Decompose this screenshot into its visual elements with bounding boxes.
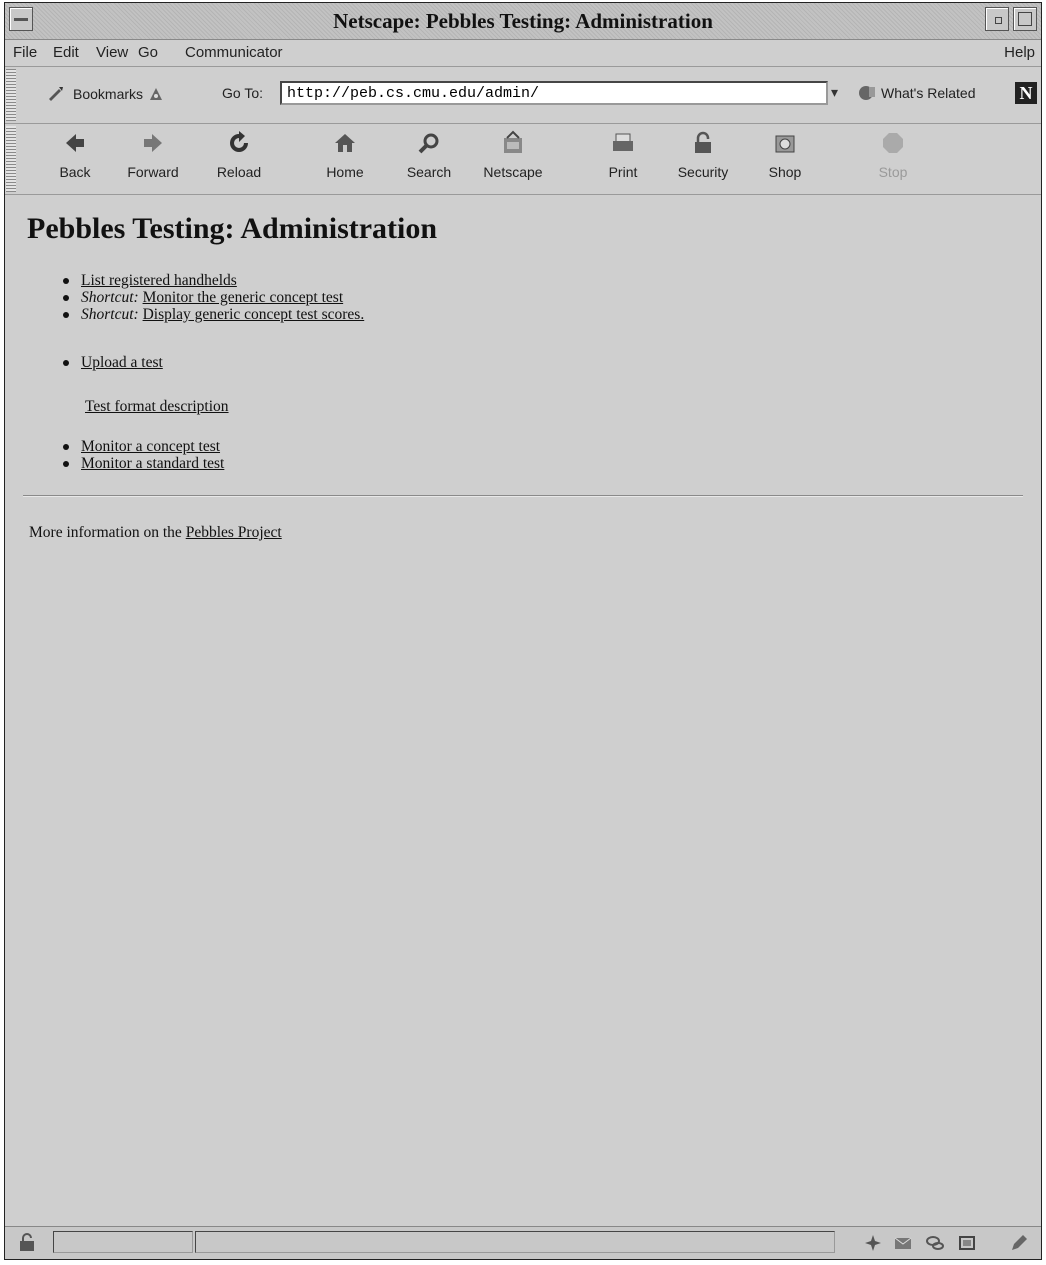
- reload-icon: [230, 131, 248, 152]
- navigator-icon[interactable]: [863, 1233, 883, 1253]
- footer-info: More information on the Pebbles Project: [29, 524, 282, 542]
- home-label: Home: [326, 164, 364, 180]
- forward-label: Forward: [127, 164, 179, 180]
- forward-arrow-icon: [144, 134, 162, 152]
- list-item: Monitor a standard test: [63, 455, 224, 472]
- print-button[interactable]: Print: [585, 130, 661, 180]
- discussions-icon[interactable]: [925, 1233, 945, 1253]
- admin-links-list: List registered handhelds Shortcut: Moni…: [63, 272, 364, 323]
- maximize-button[interactable]: [1013, 7, 1037, 31]
- monitor-links-list: Monitor a concept test Monitor a standar…: [63, 438, 224, 472]
- test-format-paragraph: Test format description: [85, 398, 229, 416]
- title-bar[interactable]: Netscape: Pebbles Testing: Administratio…: [5, 3, 1041, 40]
- menu-help[interactable]: Help: [1004, 44, 1035, 61]
- home-button[interactable]: Home: [307, 130, 383, 180]
- upload-test-link[interactable]: Upload a test: [81, 354, 163, 371]
- menu-file[interactable]: File: [13, 44, 37, 61]
- page-title: Pebbles Testing: Administration: [27, 212, 438, 245]
- edit-pencil-icon[interactable]: [1009, 1233, 1029, 1253]
- whats-related-icon: [859, 86, 875, 100]
- stop-label: Stop: [878, 164, 908, 180]
- monitor-concept-test-link[interactable]: Monitor a concept test: [81, 438, 220, 455]
- shortcut-label: Shortcut:: [81, 306, 139, 323]
- back-button[interactable]: Back: [37, 130, 113, 180]
- navigation-toolbar: Back Forward Reload Home Search Netscape…: [5, 124, 1041, 195]
- list-item: Shortcut: Monitor the generic concept te…: [63, 289, 364, 306]
- shop-icon: [775, 135, 795, 153]
- back-label: Back: [59, 164, 91, 180]
- stop-button[interactable]: Stop: [855, 130, 931, 180]
- composer-icon[interactable]: [957, 1233, 977, 1253]
- minimize-button[interactable]: [985, 7, 1009, 31]
- netscape-logo-icon[interactable]: N: [1015, 82, 1037, 104]
- netscape-icon: [504, 130, 522, 153]
- window-title: Netscape: Pebbles Testing: Administratio…: [333, 9, 713, 33]
- monitor-generic-test-link[interactable]: Monitor the generic concept test: [143, 289, 344, 306]
- list-item: Monitor a concept test: [63, 438, 224, 455]
- back-arrow-icon: [66, 134, 84, 152]
- status-message: [195, 1231, 835, 1253]
- reload-button[interactable]: Reload: [201, 130, 277, 180]
- progress-field: [53, 1231, 193, 1253]
- search-label: Search: [406, 164, 452, 180]
- toolbar-grip-handle[interactable]: [6, 69, 16, 121]
- url-history-dropdown[interactable]: ▾: [831, 84, 838, 101]
- toolbar-grip-handle[interactable]: [6, 126, 16, 192]
- list-item: List registered handhelds: [63, 272, 364, 289]
- forward-button[interactable]: Forward: [115, 130, 191, 180]
- monitor-standard-test-link[interactable]: Monitor a standard test: [81, 455, 224, 472]
- whats-related-label: What's Related: [881, 85, 976, 101]
- menu-go[interactable]: Go: [138, 44, 158, 61]
- upload-list: Upload a test: [63, 354, 163, 371]
- whats-related-button[interactable]: What's Related: [857, 83, 976, 103]
- footer-text: More information on the: [29, 524, 182, 541]
- security-button[interactable]: Security: [665, 130, 741, 180]
- print-label: Print: [608, 164, 638, 180]
- page-content: Pebbles Testing: Administration List reg…: [5, 198, 1041, 1227]
- print-icon: [613, 133, 633, 151]
- list-item: Shortcut: Display generic concept test s…: [63, 306, 364, 323]
- bookmarks-label: Bookmarks: [73, 86, 144, 102]
- url-input[interactable]: [280, 81, 828, 105]
- home-icon: [335, 134, 355, 152]
- lock-icon: [695, 131, 711, 153]
- browser-window: Netscape: Pebbles Testing: Administratio…: [4, 2, 1042, 1260]
- goto-label: Go To:: [222, 85, 263, 101]
- security-label: Security: [677, 164, 729, 180]
- status-bar: [5, 1226, 1041, 1259]
- pebbles-project-link[interactable]: Pebbles Project: [186, 524, 282, 541]
- menu-edit[interactable]: Edit: [53, 44, 79, 61]
- test-format-link[interactable]: Test format description: [85, 398, 229, 415]
- stop-icon: [883, 133, 903, 153]
- security-status-icon[interactable]: [17, 1233, 37, 1253]
- mail-icon[interactable]: [893, 1233, 913, 1253]
- bookmarks-button[interactable]: Bookmarks: [47, 85, 165, 103]
- location-toolbar: Bookmarks Go To: ▾ What's Related N: [5, 67, 1041, 124]
- horizontal-rule: [23, 495, 1023, 497]
- page-proxy-icon[interactable]: [147, 85, 165, 103]
- menu-bar: File Edit View Go Communicator Help: [5, 40, 1041, 67]
- menu-view[interactable]: View: [96, 44, 128, 61]
- search-button[interactable]: Search: [391, 130, 467, 180]
- search-icon: [418, 133, 439, 154]
- netscape-label: Netscape: [483, 164, 543, 180]
- bookmarks-icon: [49, 87, 63, 101]
- reload-label: Reload: [216, 164, 262, 180]
- list-handhelds-link[interactable]: List registered handhelds: [81, 272, 237, 289]
- shop-button[interactable]: Shop: [747, 130, 823, 180]
- list-item: Upload a test: [63, 354, 163, 371]
- display-scores-link[interactable]: Display generic concept test scores.: [143, 306, 365, 323]
- menu-communicator[interactable]: Communicator: [185, 44, 283, 61]
- netscape-button[interactable]: Netscape: [475, 130, 551, 180]
- shortcut-label: Shortcut:: [81, 289, 139, 306]
- shop-label: Shop: [768, 164, 802, 180]
